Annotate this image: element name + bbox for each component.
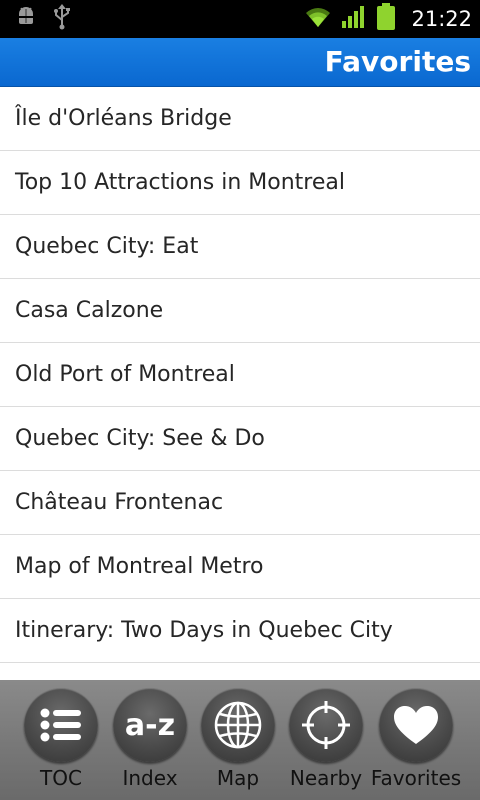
list-item[interactable]: Île d'Orléans Bridge (0, 87, 480, 151)
list-item[interactable]: Itinerary: Two Days in Quebec City (0, 599, 480, 663)
status-time: 21:22 (411, 7, 472, 31)
index-label: Index (122, 766, 178, 790)
list-item[interactable]: Casa Calzone (0, 279, 480, 343)
heart-icon (379, 688, 453, 762)
battery-icon (375, 3, 397, 35)
status-bar-right: 21:22 (303, 3, 472, 35)
map-label: Map (216, 766, 260, 790)
wifi-icon (303, 5, 333, 33)
globe-icon (201, 688, 275, 762)
favorites-label: Favorites (370, 766, 462, 790)
list-item[interactable]: Château Frontenac (0, 471, 480, 535)
list-item[interactable]: Quebec City: Eat (0, 215, 480, 279)
crosshair-icon (289, 688, 363, 762)
list-item[interactable]: Old Port of Montreal (0, 343, 480, 407)
title-bar: Favorites (0, 38, 480, 87)
nearby-button[interactable]: Nearby (280, 680, 372, 800)
a-z-glyph: a-z (124, 707, 176, 743)
signal-icon (341, 5, 367, 33)
status-bar: 21:22 (0, 0, 480, 38)
index-button[interactable]: a-z Index (104, 680, 196, 800)
map-button[interactable]: Map (192, 680, 284, 800)
toc-label: TOC (40, 766, 82, 790)
favorites-button[interactable]: Favorites (370, 680, 462, 800)
page-title: Favorites (324, 45, 471, 78)
bottom-toolbar: TOC a-z Index Map Nearby Favorites (0, 680, 480, 800)
android-debug-icon (14, 5, 38, 33)
list-item[interactable]: Map of Montreal Metro (0, 535, 480, 599)
list-item[interactable]: Quebec City: See & Do (0, 407, 480, 471)
list-item[interactable] (0, 663, 480, 680)
toc-button[interactable]: TOC (15, 680, 107, 800)
nearby-label: Nearby (289, 766, 363, 790)
a-z-icon: a-z (113, 688, 187, 762)
list-item[interactable]: Top 10 Attractions in Montreal (0, 151, 480, 215)
favorites-list[interactable]: Île d'Orléans Bridge Top 10 Attractions … (0, 87, 480, 680)
list-icon (24, 688, 98, 762)
usb-icon (52, 4, 72, 34)
status-bar-left (14, 4, 72, 34)
